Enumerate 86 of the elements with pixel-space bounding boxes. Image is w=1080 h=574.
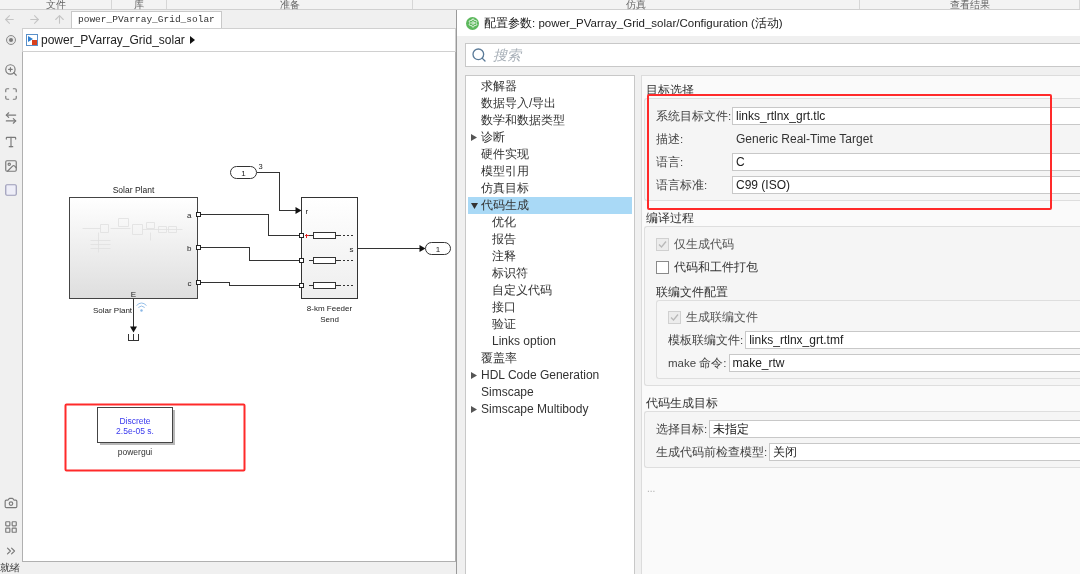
- port-label: r: [305, 206, 309, 216]
- camera-icon[interactable]: [4, 496, 18, 510]
- checkbox-label: 代码和工件打包: [674, 259, 758, 275]
- checkbox-label: 仅生成代码: [674, 236, 734, 252]
- group-title: 编译过程: [645, 210, 695, 226]
- signal-line: [357, 245, 426, 252]
- zoom-in-icon[interactable]: [4, 63, 18, 77]
- checkbox-label: 生成联编文件: [686, 309, 758, 325]
- settings-icon: [466, 16, 479, 30]
- caret-right-icon[interactable]: [189, 36, 195, 44]
- window-title: 配置参数: power_PVarray_Grid_solar/Configuration (活动): [484, 16, 783, 31]
- caret-right-icon[interactable]: [471, 134, 477, 141]
- ribbon-tab[interactable]: 准备: [279, 0, 300, 9]
- text-field[interactable]: 关闭: [769, 443, 1080, 461]
- field-label: 模板联编文件:: [668, 333, 745, 348]
- field-label: 系统目标文件:: [656, 109, 732, 124]
- port-label: s: [349, 244, 354, 254]
- field-label: make 命令:: [668, 356, 728, 371]
- port-number: 1: [435, 244, 441, 254]
- resistor-icon: [308, 232, 353, 239]
- group-title: 代码生成目标: [645, 395, 719, 411]
- port-icon: [299, 283, 304, 288]
- field-label: 语言:: [656, 155, 685, 170]
- resistor-icon: [308, 257, 353, 264]
- circle-dot-icon[interactable]: [6, 35, 16, 45]
- field-label: 生成代码前检查模型:: [656, 445, 769, 460]
- resistor-icon: [308, 282, 353, 289]
- search-icon: [471, 47, 487, 63]
- port-icon: [299, 258, 304, 263]
- text-field[interactable]: links_rtlnx_grt.tlc: [732, 107, 1080, 125]
- block-text: Discrete: [119, 415, 151, 426]
- grid-icon[interactable]: [4, 520, 18, 534]
- port-label: E: [130, 289, 137, 299]
- text-field[interactable]: C99 (ISO): [732, 176, 1080, 194]
- field-label: 选择目标:: [656, 422, 709, 437]
- port-icon: [196, 245, 201, 250]
- arrows-icon[interactable]: [4, 111, 18, 125]
- ribbon-tab[interactable]: 库: [134, 0, 144, 9]
- ribbon-tab[interactable]: 仿真: [626, 0, 646, 9]
- fit-view-icon[interactable]: [4, 87, 18, 101]
- port-icon: [196, 212, 201, 217]
- field-label: 语言标准:: [656, 178, 709, 193]
- text-field[interactable]: C: [732, 153, 1080, 171]
- image-icon[interactable]: [4, 159, 18, 173]
- caret-down-icon[interactable]: [471, 202, 478, 209]
- status-text: 就绪: [0, 562, 20, 574]
- more-indicator: ...: [646, 482, 657, 496]
- text-field[interactable]: make_rtw: [728, 354, 1080, 372]
- checkbox[interactable]: [656, 260, 669, 274]
- wireless-icon: [136, 302, 147, 312]
- caret-right-icon[interactable]: [471, 406, 477, 413]
- outport-block[interactable]: [425, 242, 451, 255]
- subsystem-block[interactable]: [69, 197, 198, 299]
- chevrons-right-icon[interactable]: [4, 544, 18, 558]
- port-label: a: [187, 210, 192, 220]
- text-icon[interactable]: [4, 135, 18, 149]
- block-label: powergui: [117, 446, 153, 457]
- breadcrumb-link[interactable]: power_PVarray_Grid_solar: [41, 32, 185, 48]
- text-field[interactable]: links_rtlnx_grt.tmf: [745, 331, 1080, 349]
- square-icon[interactable]: [4, 183, 18, 197]
- inport-block[interactable]: [230, 166, 257, 179]
- powergui-block[interactable]: [97, 407, 175, 445]
- block-label: Send: [320, 314, 339, 324]
- model-icon: [26, 34, 38, 46]
- model-tab[interactable]: power_PVarray_Grid_solar: [71, 11, 222, 28]
- port-number: 1: [241, 168, 246, 178]
- plus-sign-icon: [304, 233, 309, 238]
- field-value: Generic Real-Time Target: [735, 131, 873, 147]
- tree-item[interactable]: 代码生成: [468, 197, 632, 214]
- group-title: 联编文件配置: [656, 284, 729, 300]
- ribbon-tab[interactable]: 查看结果: [949, 0, 990, 9]
- text-field[interactable]: 未指定: [709, 420, 1080, 438]
- port-label: b: [187, 243, 192, 253]
- block-title: Solar Plant: [112, 184, 155, 195]
- field-label: 描述:: [656, 132, 685, 147]
- port-label: c: [187, 278, 192, 288]
- feeder-block[interactable]: [301, 197, 358, 299]
- ground-icon: [128, 333, 139, 341]
- block-text: 2.5e-05 s.: [116, 426, 154, 436]
- port-icon: [196, 280, 201, 285]
- block-label: Solar Plant: [92, 305, 133, 315]
- signal-line: [130, 298, 137, 333]
- ribbon-tab[interactable]: 文件: [45, 0, 66, 9]
- port-icon: [299, 233, 304, 238]
- caret-right-icon[interactable]: [471, 372, 477, 379]
- block-label: 8-km Feeder: [306, 303, 353, 313]
